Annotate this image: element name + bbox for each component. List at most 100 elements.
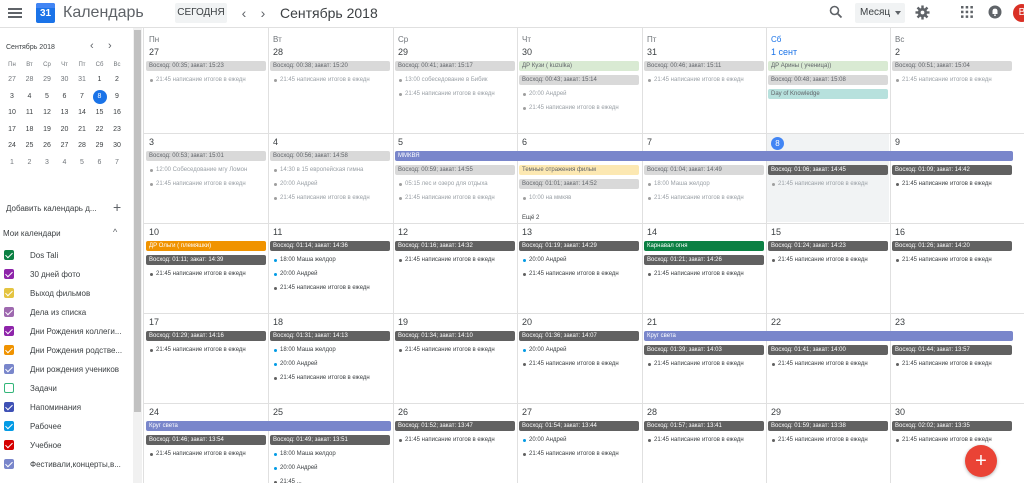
- mini-day[interactable]: 1: [5, 156, 19, 170]
- mini-day[interactable]: 4: [23, 90, 37, 104]
- timed-event[interactable]: 18:00 Маша желдор: [269, 345, 390, 356]
- event-chip[interactable]: ММКВЯ: [395, 151, 1013, 161]
- mini-day[interactable]: 17: [5, 123, 19, 137]
- scrollbar-thumb[interactable]: [134, 30, 141, 412]
- timed-event[interactable]: 21:45 написание итогов в ежедн: [394, 345, 515, 356]
- day-number[interactable]: 11: [273, 227, 282, 237]
- timed-event[interactable]: 21:45 написание итогов в ежедн: [394, 89, 515, 100]
- event-chip[interactable]: Круг света: [146, 421, 391, 431]
- event-chip[interactable]: Восход: 00:38; закат: 15:20: [270, 61, 391, 71]
- event-chip[interactable]: Восход: 01:09; закат: 14:42: [892, 165, 1013, 175]
- day-number[interactable]: 26: [398, 407, 408, 417]
- timed-event[interactable]: 21:45 написание итогов в ежедн: [145, 269, 266, 280]
- next-period-button[interactable]: ›: [256, 5, 270, 21]
- mini-day[interactable]: 1: [93, 73, 107, 87]
- event-chip[interactable]: Восход: 01:41; закат: 14:00: [768, 345, 889, 355]
- timed-event[interactable]: 18:00 Маша желдор: [269, 449, 390, 460]
- day-number[interactable]: 28: [647, 407, 657, 417]
- mini-day[interactable]: 4: [58, 156, 72, 170]
- timed-event[interactable]: 21:45 написание итогов в ежедн: [518, 103, 639, 114]
- day-number[interactable]: 18: [273, 317, 283, 327]
- mini-day[interactable]: 29: [93, 139, 107, 153]
- hamburger-icon[interactable]: [8, 6, 22, 20]
- timed-event[interactable]: 21:45 написание итогов в ежедн: [145, 345, 266, 356]
- timed-event[interactable]: 18:00 Маша желдор: [269, 255, 390, 266]
- day-number[interactable]: 25: [273, 407, 283, 417]
- day-number[interactable]: 7: [647, 137, 652, 147]
- mini-day[interactable]: 28: [75, 139, 89, 153]
- event-chip[interactable]: Восход: 01:16; закат: 14:32: [395, 241, 516, 251]
- event-chip[interactable]: Восход: 01:29; закат: 14:16: [146, 331, 267, 341]
- day-number[interactable]: 9: [895, 137, 900, 147]
- day-number[interactable]: 8: [771, 137, 784, 150]
- mini-day[interactable]: 10: [5, 106, 19, 120]
- timed-event[interactable]: 20:00 Андрей: [269, 179, 390, 190]
- calendar-item[interactable]: Дела из списка: [4, 304, 132, 321]
- mini-day[interactable]: 22: [93, 123, 107, 137]
- day-number[interactable]: 27: [522, 407, 532, 417]
- mini-day[interactable]: 3: [5, 90, 19, 104]
- event-chip[interactable]: Восход: 00:53; закат: 15:01: [146, 151, 267, 161]
- event-chip[interactable]: Восход: 02:02; закат: 13:35: [892, 421, 1013, 431]
- timed-event[interactable]: 20:00 Андрей: [518, 345, 639, 356]
- mini-day[interactable]: 2: [23, 156, 37, 170]
- timed-event[interactable]: 21:45 написание итогов в ежедн: [518, 359, 639, 370]
- timed-event[interactable]: 21:45 написание итогов в ежедн: [145, 449, 266, 460]
- mini-day[interactable]: 31: [75, 73, 89, 87]
- calendar-checkbox[interactable]: [4, 269, 14, 279]
- timed-event[interactable]: 21:45 написание итогов в ежедн: [643, 193, 764, 204]
- mini-day[interactable]: 14: [75, 106, 89, 120]
- timed-event[interactable]: 21:45 написание итогов в ежедн: [269, 193, 390, 204]
- day-number[interactable]: 3: [149, 137, 154, 147]
- mini-day[interactable]: 7: [110, 156, 124, 170]
- timed-event[interactable]: 21:45 написание итогов в ежедн: [269, 373, 390, 384]
- event-chip[interactable]: Восход: 01:52; закат: 13:47: [395, 421, 516, 431]
- more-events-link[interactable]: Ещё 2: [522, 215, 539, 221]
- event-chip[interactable]: Восход: 00:48; закат: 15:08: [768, 75, 889, 85]
- event-chip[interactable]: Восход: 00:41; закат: 15:17: [395, 61, 516, 71]
- calendar-checkbox[interactable]: [4, 440, 14, 450]
- sidebar-scrollbar[interactable]: [133, 28, 142, 483]
- mini-day[interactable]: 6: [58, 90, 72, 104]
- calendar-checkbox[interactable]: [4, 421, 14, 431]
- calendar-checkbox[interactable]: [4, 459, 14, 469]
- calendar-checkbox[interactable]: [4, 326, 14, 336]
- event-chip[interactable]: Восход: 00:43; закат: 15:14: [519, 75, 640, 85]
- day-number[interactable]: 28: [273, 47, 283, 57]
- event-chip[interactable]: Восход: 01:01; закат: 14:52: [519, 179, 640, 189]
- view-select[interactable]: Месяц: [855, 3, 905, 23]
- timed-event[interactable]: 20:00 Андрей: [269, 463, 390, 474]
- day-number[interactable]: 13: [522, 227, 532, 237]
- mini-day[interactable]: 20: [58, 123, 72, 137]
- event-chip[interactable]: Восход: 00:46; закат: 15:11: [644, 61, 765, 71]
- day-number[interactable]: 29: [771, 407, 781, 417]
- event-chip[interactable]: ДР Арины ( ученица)): [768, 61, 889, 71]
- timed-event[interactable]: 21:45 написание итогов в ежедн: [891, 359, 1012, 370]
- calendar-checkbox[interactable]: [4, 288, 14, 298]
- day-number[interactable]: 22: [771, 317, 781, 327]
- timed-event[interactable]: 20:00 Андрей: [518, 435, 639, 446]
- day-number[interactable]: 1 сент: [771, 47, 797, 57]
- calendar-checkbox[interactable]: [4, 383, 14, 393]
- day-number[interactable]: 15: [771, 227, 781, 237]
- timed-event[interactable]: 21:45 написание итогов в ежедн: [394, 255, 515, 266]
- mini-day[interactable]: 8: [92, 89, 107, 104]
- mini-day[interactable]: 16: [110, 106, 124, 120]
- event-chip[interactable]: Восход: 01:44; закат: 13:57: [892, 345, 1013, 355]
- mini-day[interactable]: 5: [75, 156, 89, 170]
- gear-icon[interactable]: [915, 5, 930, 20]
- calendar-item[interactable]: 30 дней фото: [4, 266, 132, 283]
- mini-day[interactable]: 6: [93, 156, 107, 170]
- chevron-up-icon[interactable]: ^: [113, 227, 117, 237]
- day-number[interactable]: 27: [149, 47, 159, 57]
- day-number[interactable]: 20: [522, 317, 532, 327]
- event-chip[interactable]: ДР Ольги ( племяшки): [146, 241, 267, 251]
- event-chip[interactable]: Восход: 01:31; закат: 14:13: [270, 331, 391, 341]
- mini-day[interactable]: 19: [40, 123, 54, 137]
- day-number[interactable]: 30: [895, 407, 905, 417]
- bell-icon[interactable]: [988, 5, 1002, 19]
- timed-event[interactable]: 20:00 Андрей: [518, 89, 639, 100]
- calendar-logo-icon[interactable]: 31: [36, 3, 55, 23]
- mini-day[interactable]: 23: [110, 123, 124, 137]
- day-number[interactable]: 12: [398, 227, 408, 237]
